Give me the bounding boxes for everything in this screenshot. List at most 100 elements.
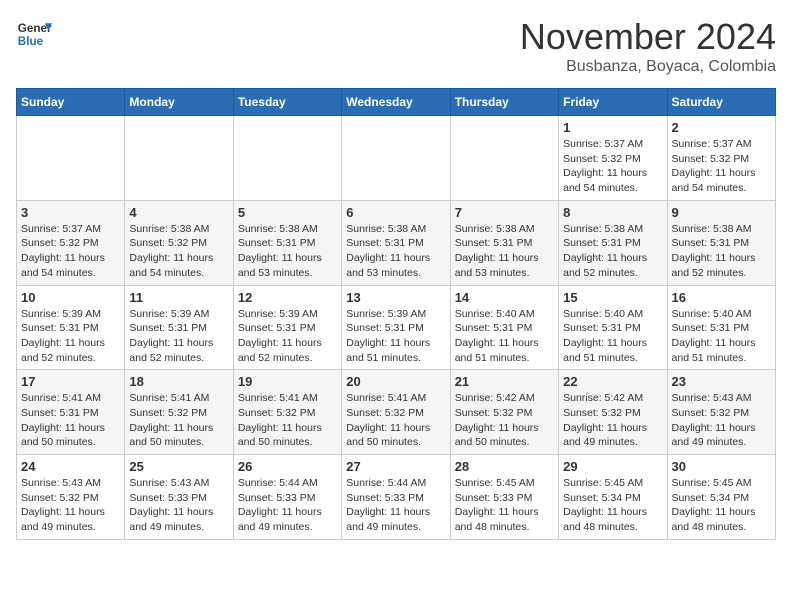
- day-number: 19: [238, 374, 337, 389]
- week-row-5: 24 Sunrise: 5:43 AM Sunset: 5:32 PM Dayli…: [17, 455, 776, 540]
- day-info: Sunrise: 5:38 AM Sunset: 5:31 PM Dayligh…: [455, 222, 554, 281]
- calendar-cell: 29Sunrise: 5:45 AM Sunset: 5:34 PM Dayli…: [559, 455, 667, 540]
- day-info: Sunrise: 5:40 AM Sunset: 5:31 PM Dayligh…: [455, 307, 554, 366]
- calendar-cell: 5 Sunrise: 5:38 AM Sunset: 5:31 PM Daylig…: [233, 200, 341, 285]
- calendar-cell: 7 Sunrise: 5:38 AM Sunset: 5:31 PM Daylig…: [450, 200, 558, 285]
- calendar-cell: 26Sunrise: 5:44 AM Sunset: 5:33 PM Dayli…: [233, 455, 341, 540]
- calendar-cell: 9Sunrise: 5:38 AM Sunset: 5:31 PM Daylig…: [667, 200, 775, 285]
- day-number: 29: [563, 459, 662, 474]
- calendar-cell: 15Sunrise: 5:40 AM Sunset: 5:31 PM Dayli…: [559, 285, 667, 370]
- day-info: Sunrise: 5:45 AM Sunset: 5:33 PM Dayligh…: [455, 476, 554, 535]
- calendar-cell: 10Sunrise: 5:39 AM Sunset: 5:31 PM Dayli…: [17, 285, 125, 370]
- page-header: General Blue November 2024 Busbanza, Boy…: [16, 16, 776, 76]
- week-row-4: 17 Sunrise: 5:41 AM Sunset: 5:31 PM Dayli…: [17, 370, 776, 455]
- day-number: 11: [129, 290, 228, 305]
- weekday-header-thursday: Thursday: [450, 89, 558, 116]
- day-number: 27: [346, 459, 445, 474]
- calendar-cell: [125, 116, 233, 201]
- calendar-cell: 24 Sunrise: 5:43 AM Sunset: 5:32 PM Dayli…: [17, 455, 125, 540]
- day-number: 15: [563, 290, 662, 305]
- weekday-header-tuesday: Tuesday: [233, 89, 341, 116]
- day-number: 9: [672, 205, 771, 220]
- day-info: Sunrise: 5:37 AM Sunset: 5:32 PM Dayligh…: [672, 137, 771, 196]
- calendar-cell: [233, 116, 341, 201]
- calendar-cell: 30 Sunrise: 5:45 AM Sunset: 5:34 PM Dayli…: [667, 455, 775, 540]
- logo-icon: General Blue: [16, 16, 52, 52]
- day-number: 26: [238, 459, 337, 474]
- day-info: Sunrise: 5:37 AM Sunset: 5:32 PM Dayligh…: [21, 222, 120, 281]
- day-number: 1: [563, 120, 662, 135]
- weekday-header-sunday: Sunday: [17, 89, 125, 116]
- day-number: 18: [129, 374, 228, 389]
- weekday-header-monday: Monday: [125, 89, 233, 116]
- day-info: Sunrise: 5:43 AM Sunset: 5:32 PM Dayligh…: [672, 391, 771, 450]
- day-info: Sunrise: 5:41 AM Sunset: 5:32 PM Dayligh…: [346, 391, 445, 450]
- day-info: Sunrise: 5:40 AM Sunset: 5:31 PM Dayligh…: [672, 307, 771, 366]
- day-info: Sunrise: 5:41 AM Sunset: 5:31 PM Dayligh…: [21, 391, 120, 450]
- calendar-cell: 14 Sunrise: 5:40 AM Sunset: 5:31 PM Dayli…: [450, 285, 558, 370]
- day-number: 25: [129, 459, 228, 474]
- calendar-cell: 27 Sunrise: 5:44 AM Sunset: 5:33 PM Dayli…: [342, 455, 450, 540]
- calendar-cell: 6 Sunrise: 5:38 AM Sunset: 5:31 PM Daylig…: [342, 200, 450, 285]
- day-number: 20: [346, 374, 445, 389]
- calendar-cell: 20 Sunrise: 5:41 AM Sunset: 5:32 PM Dayli…: [342, 370, 450, 455]
- calendar-cell: [342, 116, 450, 201]
- calendar-cell: 25 Sunrise: 5:43 AM Sunset: 5:33 PM Dayli…: [125, 455, 233, 540]
- day-info: Sunrise: 5:42 AM Sunset: 5:32 PM Dayligh…: [563, 391, 662, 450]
- day-info: Sunrise: 5:37 AM Sunset: 5:32 PM Dayligh…: [563, 137, 662, 196]
- calendar-cell: 22 Sunrise: 5:42 AM Sunset: 5:32 PM Dayli…: [559, 370, 667, 455]
- calendar-cell: 1 Sunrise: 5:37 AM Sunset: 5:32 PM Daylig…: [559, 116, 667, 201]
- calendar-cell: 8 Sunrise: 5:38 AM Sunset: 5:31 PM Daylig…: [559, 200, 667, 285]
- day-number: 10: [21, 290, 120, 305]
- calendar-cell: 11Sunrise: 5:39 AM Sunset: 5:31 PM Dayli…: [125, 285, 233, 370]
- day-number: 30: [672, 459, 771, 474]
- day-info: Sunrise: 5:38 AM Sunset: 5:32 PM Dayligh…: [129, 222, 228, 281]
- calendar-cell: 17 Sunrise: 5:41 AM Sunset: 5:31 PM Dayli…: [17, 370, 125, 455]
- day-info: Sunrise: 5:38 AM Sunset: 5:31 PM Dayligh…: [563, 222, 662, 281]
- day-info: Sunrise: 5:38 AM Sunset: 5:31 PM Dayligh…: [238, 222, 337, 281]
- day-number: 3: [21, 205, 120, 220]
- day-number: 6: [346, 205, 445, 220]
- day-number: 5: [238, 205, 337, 220]
- day-info: Sunrise: 5:44 AM Sunset: 5:33 PM Dayligh…: [346, 476, 445, 535]
- calendar-table: SundayMondayTuesdayWednesdayThursdayFrid…: [16, 88, 776, 540]
- day-info: Sunrise: 5:42 AM Sunset: 5:32 PM Dayligh…: [455, 391, 554, 450]
- title-block: November 2024 Busbanza, Boyaca, Colombia: [520, 16, 776, 76]
- day-number: 8: [563, 205, 662, 220]
- day-info: Sunrise: 5:43 AM Sunset: 5:33 PM Dayligh…: [129, 476, 228, 535]
- day-number: 14: [455, 290, 554, 305]
- day-number: 28: [455, 459, 554, 474]
- day-number: 17: [21, 374, 120, 389]
- day-number: 16: [672, 290, 771, 305]
- logo: General Blue: [16, 16, 52, 52]
- day-info: Sunrise: 5:45 AM Sunset: 5:34 PM Dayligh…: [672, 476, 771, 535]
- svg-text:Blue: Blue: [18, 35, 44, 48]
- day-number: 13: [346, 290, 445, 305]
- day-number: 2: [672, 120, 771, 135]
- day-info: Sunrise: 5:38 AM Sunset: 5:31 PM Dayligh…: [346, 222, 445, 281]
- day-number: 7: [455, 205, 554, 220]
- calendar-cell: 13Sunrise: 5:39 AM Sunset: 5:31 PM Dayli…: [342, 285, 450, 370]
- day-number: 24: [21, 459, 120, 474]
- weekday-header-row: SundayMondayTuesdayWednesdayThursdayFrid…: [17, 89, 776, 116]
- calendar-cell: 19 Sunrise: 5:41 AM Sunset: 5:32 PM Dayli…: [233, 370, 341, 455]
- calendar-cell: 28 Sunrise: 5:45 AM Sunset: 5:33 PM Dayli…: [450, 455, 558, 540]
- calendar-cell: [450, 116, 558, 201]
- calendar-cell: 4Sunrise: 5:38 AM Sunset: 5:32 PM Daylig…: [125, 200, 233, 285]
- day-number: 23: [672, 374, 771, 389]
- weekday-header-saturday: Saturday: [667, 89, 775, 116]
- calendar-cell: 18 Sunrise: 5:41 AM Sunset: 5:32 PM Dayli…: [125, 370, 233, 455]
- day-info: Sunrise: 5:43 AM Sunset: 5:32 PM Dayligh…: [21, 476, 120, 535]
- location: Busbanza, Boyaca, Colombia: [520, 58, 776, 76]
- day-info: Sunrise: 5:41 AM Sunset: 5:32 PM Dayligh…: [129, 391, 228, 450]
- week-row-2: 3 Sunrise: 5:37 AM Sunset: 5:32 PM Daylig…: [17, 200, 776, 285]
- calendar-cell: 23 Sunrise: 5:43 AM Sunset: 5:32 PM Dayli…: [667, 370, 775, 455]
- week-row-1: 1 Sunrise: 5:37 AM Sunset: 5:32 PM Daylig…: [17, 116, 776, 201]
- calendar-cell: 3 Sunrise: 5:37 AM Sunset: 5:32 PM Daylig…: [17, 200, 125, 285]
- day-info: Sunrise: 5:41 AM Sunset: 5:32 PM Dayligh…: [238, 391, 337, 450]
- day-number: 21: [455, 374, 554, 389]
- calendar-cell: 2 Sunrise: 5:37 AM Sunset: 5:32 PM Daylig…: [667, 116, 775, 201]
- weekday-header-wednesday: Wednesday: [342, 89, 450, 116]
- day-number: 22: [563, 374, 662, 389]
- calendar-cell: [17, 116, 125, 201]
